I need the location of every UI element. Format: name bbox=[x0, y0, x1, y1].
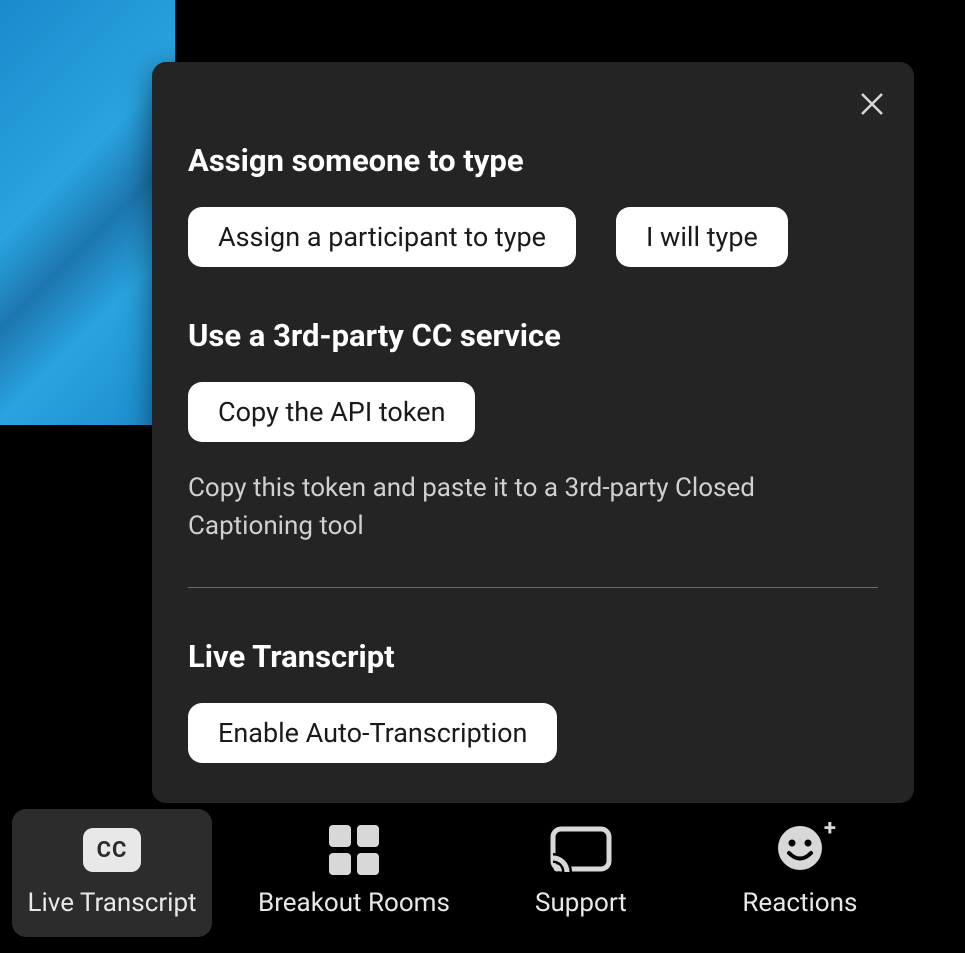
copy-token-help-text: Copy this token and paste it to a 3rd-pa… bbox=[188, 470, 878, 545]
breakout-rooms-label: Breakout Rooms bbox=[258, 888, 450, 918]
screen-cast-icon bbox=[550, 826, 612, 874]
live-transcript-label: Live Transcript bbox=[27, 888, 196, 918]
support-label: Support bbox=[535, 888, 627, 918]
reactions-label: Reactions bbox=[742, 888, 857, 918]
copy-api-token-button[interactable]: Copy the API token bbox=[188, 382, 475, 442]
breakout-rooms-toolbar-button[interactable]: Breakout Rooms bbox=[246, 809, 462, 937]
smiley-icon bbox=[776, 824, 824, 872]
cc-icon: CC bbox=[83, 828, 141, 872]
enable-auto-transcription-button[interactable]: Enable Auto-Transcription bbox=[188, 703, 557, 763]
close-button[interactable] bbox=[852, 84, 892, 124]
plus-icon: + bbox=[824, 818, 836, 840]
close-icon bbox=[859, 91, 885, 117]
support-toolbar-button[interactable]: Support bbox=[496, 809, 666, 937]
assign-button-row: Assign a participant to type I will type bbox=[188, 207, 878, 267]
i-will-type-button[interactable]: I will type bbox=[616, 207, 788, 267]
assign-section-title: Assign someone to type bbox=[188, 142, 878, 179]
video-background bbox=[0, 0, 175, 425]
live-transcript-toolbar-button[interactable]: CC Live Transcript bbox=[12, 809, 212, 937]
third-party-section-title: Use a 3rd-party CC service bbox=[188, 317, 878, 354]
reactions-toolbar-button[interactable]: + Reactions bbox=[700, 809, 900, 937]
meeting-toolbar: CC Live Transcript Breakout Rooms Suppor… bbox=[0, 793, 965, 953]
grid-icon bbox=[329, 825, 379, 875]
assign-participant-button[interactable]: Assign a participant to type bbox=[188, 207, 576, 267]
live-transcript-section-title: Live Transcript bbox=[188, 638, 878, 675]
live-transcript-popup: Assign someone to type Assign a particip… bbox=[152, 62, 914, 803]
section-divider bbox=[188, 587, 878, 588]
